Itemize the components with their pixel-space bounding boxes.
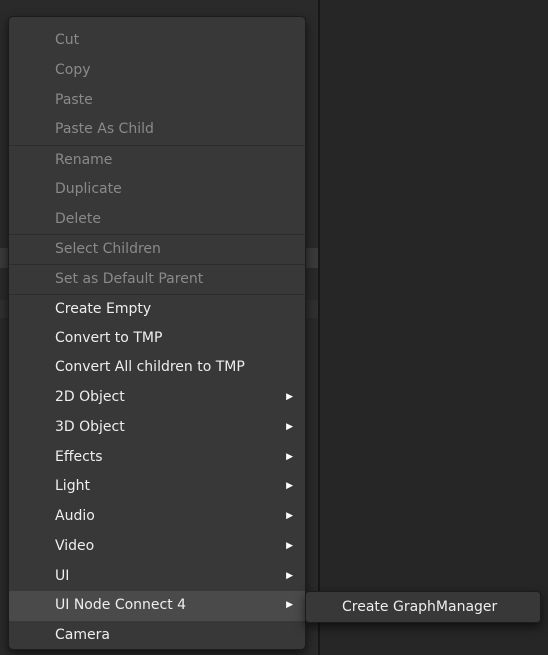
menu-item-label: UI Node Connect 4: [55, 597, 187, 614]
submenu-arrow-icon: ▶: [286, 451, 293, 462]
menu-item-label: Create GraphManager: [342, 599, 498, 615]
menu-item-label: Select Children: [55, 241, 161, 258]
menu-item-label: Convert All children to TMP: [55, 359, 245, 376]
submenu-arrow-icon: ▶: [286, 600, 293, 611]
menu-item-paste-as-child[interactable]: Paste As Child: [9, 115, 305, 145]
menu-item-label: Convert to TMP: [55, 329, 163, 346]
menu-item-convert-to-tmp[interactable]: Convert to TMP: [9, 324, 305, 354]
menu-item-label: Audio: [55, 508, 95, 524]
menu-item-camera[interactable]: Camera: [9, 621, 305, 649]
menu-item-delete[interactable]: Delete: [9, 205, 305, 235]
menu-item-video[interactable]: Video ▶: [9, 532, 305, 562]
menu-item-label: UI: [55, 567, 70, 584]
menu-item-label: Delete: [55, 210, 101, 227]
menu-item-select-children[interactable]: Select Children: [9, 234, 305, 264]
menu-item-label: Effects: [55, 448, 103, 465]
context-menu: Cut Copy Paste Paste As Child Rename Dup…: [8, 16, 306, 650]
submenu-ui-node-connect-4: Create GraphManager: [305, 591, 541, 623]
menu-item-3d-object[interactable]: 3D Object ▶: [9, 413, 305, 443]
menu-item-label: Video: [55, 537, 95, 554]
menu-item-ui[interactable]: UI ▶: [9, 562, 305, 592]
menu-item-label: Light: [55, 478, 90, 495]
menu-item-ui-node-connect-4[interactable]: UI Node Connect 4 ▶: [9, 591, 305, 621]
menu-item-duplicate[interactable]: Duplicate: [9, 175, 305, 205]
menu-item-label: Paste As Child: [55, 121, 154, 138]
menu-item-label: Create Empty: [55, 300, 152, 317]
submenu-arrow-icon: ▶: [286, 392, 293, 402]
menu-item-light[interactable]: Light ▶: [9, 472, 305, 502]
menu-item-create-empty[interactable]: Create Empty: [9, 293, 305, 324]
menu-item-label: Rename: [55, 152, 113, 168]
menu-item-cut[interactable]: Cut: [9, 26, 305, 56]
menu-item-convert-all-children-to-tmp[interactable]: Convert All children to TMP: [9, 353, 305, 383]
menu-item-label: Cut: [55, 32, 80, 48]
menu-item-set-as-default-parent[interactable]: Set as Default Parent: [9, 264, 305, 294]
menu-item-create-graphmanager[interactable]: Create GraphManager: [306, 592, 540, 622]
menu-item-effects[interactable]: Effects ▶: [9, 443, 305, 473]
menu-item-label: 2D Object: [55, 389, 125, 405]
submenu-arrow-icon: ▶: [286, 511, 293, 521]
submenu-arrow-icon: ▶: [286, 481, 293, 492]
menu-item-paste[interactable]: Paste: [9, 86, 305, 116]
menu-item-label: Paste: [55, 91, 93, 108]
menu-item-label: 3D Object: [55, 418, 125, 435]
menu-item-rename[interactable]: Rename: [9, 145, 305, 175]
menu-item-label: Copy: [55, 61, 91, 78]
scene-view-panel: [320, 0, 548, 655]
menu-item-copy[interactable]: Copy: [9, 56, 305, 86]
menu-item-label: Set as Default Parent: [55, 271, 204, 287]
menu-item-label: Camera: [55, 627, 110, 643]
context-menu-list: Cut Copy Paste Paste As Child Rename Dup…: [9, 26, 305, 649]
submenu-arrow-icon: ▶: [286, 540, 293, 551]
menu-item-audio[interactable]: Audio ▶: [9, 502, 305, 532]
menu-item-2d-object[interactable]: 2D Object ▶: [9, 383, 305, 413]
submenu-arrow-icon: ▶: [286, 570, 293, 581]
submenu-arrow-icon: ▶: [286, 421, 293, 432]
menu-item-label: Duplicate: [55, 180, 122, 197]
